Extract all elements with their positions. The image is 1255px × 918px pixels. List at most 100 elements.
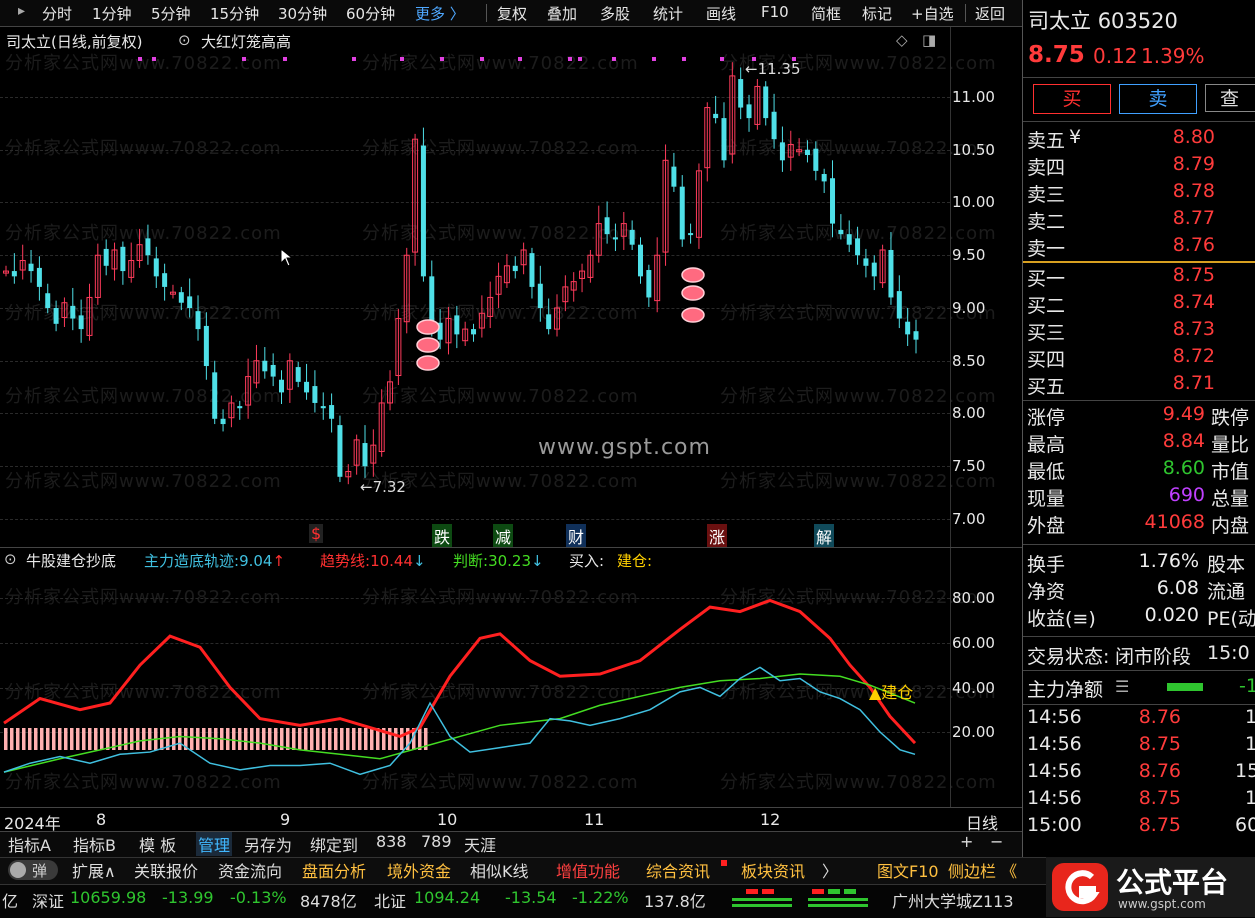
tick-price: 8.75 [1138, 787, 1181, 809]
candle-body [871, 262, 877, 277]
tab-789[interactable]: 789 [421, 832, 452, 851]
toolbar-item-zixuan[interactable]: +自选 [911, 3, 954, 24]
sz-index-label[interactable]: 深证 [32, 888, 64, 912]
tab-bind-to[interactable]: 绑定到 [310, 832, 358, 856]
sz-index-change: -13.99 [162, 888, 214, 907]
func-tab-related-quotes[interactable]: 关联报价 [134, 858, 198, 882]
candle-body [304, 381, 310, 393]
candle-body [813, 148, 819, 171]
func-tab-foreign-funds[interactable]: 境外资金 [387, 858, 451, 882]
bottom-signal-bar [28, 728, 32, 750]
toolbar-item-fenshi[interactable]: 分时 [42, 3, 72, 24]
net-flow-value: -1 [1239, 675, 1255, 697]
candle-body [329, 405, 335, 419]
toolbar-item-huaxian[interactable]: 画线 [706, 3, 736, 24]
toolbar-item-30min[interactable]: 30分钟 [278, 3, 327, 24]
tab-template[interactable]: 模 板 [139, 832, 176, 856]
zoom-out-button[interactable]: − [990, 832, 1003, 851]
bottom-signal-bar [244, 728, 248, 750]
candle-body [529, 253, 535, 287]
func-tab-fund-flow[interactable]: 资金流向 [218, 858, 282, 882]
bottom-signal-bar [88, 728, 92, 750]
stat-row: 最低 8.60 市值 [1027, 457, 1253, 484]
func-tab-sector-news[interactable]: 板块资讯 [741, 858, 805, 882]
toolbar-item-biaoji[interactable]: 标记 [862, 3, 892, 24]
toolbar-item-fuquan[interactable]: 复权 [497, 3, 527, 24]
toolbar-item-diejia[interactable]: 叠加 [547, 3, 577, 24]
tab-838[interactable]: 838 [376, 832, 407, 851]
candle-body [203, 325, 209, 367]
signal-dot [612, 57, 616, 61]
main-force-line [3, 666, 916, 776]
quote-panel: 司太立 603520 8.75 0.12 1.39% 买 卖 查 卖五 ¥8.80… [1022, 0, 1255, 857]
tab-save-as[interactable]: 另存为 [244, 832, 292, 856]
candle-body [295, 367, 301, 382]
bj-index-label[interactable]: 北证 [374, 888, 406, 912]
func-tab-value-added[interactable]: 增值功能 [556, 858, 620, 882]
candle-body [896, 291, 902, 319]
query-button[interactable]: 查 [1205, 84, 1255, 112]
signal-tag: 跌 [432, 524, 453, 548]
func-tab-news[interactable]: 综合资讯 [646, 858, 710, 882]
stock-code: 603520 [1097, 9, 1178, 33]
build-signal-label: ▲建仓 [869, 683, 914, 702]
tab-tianya[interactable]: 天涯 [464, 832, 496, 856]
candle-body [637, 244, 643, 277]
indicator-panel[interactable]: 分析家公式网www.70822.com 分析家公式网www.70822.com … [0, 547, 1022, 808]
bottom-signal-bar [208, 728, 212, 750]
toolbar-item-back[interactable]: 返回 [975, 3, 1005, 24]
popup-toggle[interactable]: 弹 [8, 860, 58, 880]
func-tab-extend[interactable]: 扩展∧ [72, 858, 116, 882]
ask-row-2: 卖二 8.77 [1027, 207, 1253, 234]
func-tab-f10[interactable]: 图文F10 [877, 858, 939, 882]
ask-label: 卖一 [1027, 238, 1066, 260]
toolbar-item-jiankuang[interactable]: 简框 [811, 3, 841, 24]
stat-value: 1.76% [1138, 550, 1199, 572]
list-icon[interactable]: ☰ [1115, 677, 1129, 696]
low-marker-value: 7.32 [372, 478, 406, 496]
stat-row: 外盘 41068 内盘 [1027, 511, 1253, 538]
candle-body [220, 418, 226, 425]
kline-chart-panel[interactable]: 分析家公式网www.70822.com 分析家公式网www.70822.com … [0, 27, 1022, 548]
tab-indicator-a[interactable]: 指标A [8, 832, 51, 856]
toolbar-arrow-icon[interactable]: ▸ [18, 3, 25, 19]
toolbar-item-tongji[interactable]: 统计 [653, 3, 683, 24]
bottom-signal-bar [22, 728, 26, 750]
tab-indicator-b[interactable]: 指标B [73, 832, 116, 856]
zoom-in-button[interactable]: + [960, 832, 973, 851]
toolbar-item-more[interactable]: 更多 〉 [415, 3, 465, 24]
signal-dot [440, 57, 444, 61]
x-axis-label: 8 [96, 810, 107, 829]
sell-button[interactable]: 卖 [1119, 84, 1197, 114]
sz-index-pct: -0.13% [230, 888, 287, 907]
func-tab-sidebar[interactable]: 侧边栏 《 [948, 858, 1017, 882]
func-tab-next[interactable]: 〉 [822, 858, 838, 882]
toolbar-item-5min[interactable]: 5分钟 [151, 3, 191, 24]
bottom-signal-bar [268, 728, 272, 750]
func-tab-market-analysis[interactable]: 盘面分析 [302, 858, 366, 882]
bid-price: 8.71 [1172, 372, 1215, 394]
tab-manage[interactable]: 管理 [196, 832, 233, 856]
divider [1023, 636, 1255, 637]
high-marker: ←11.35 [745, 60, 801, 78]
toolbar-item-1min[interactable]: 1分钟 [92, 3, 132, 24]
tick-row: 14:56 8.76 1 [1027, 706, 1255, 733]
ask-row-3: 卖三 8.78 [1027, 180, 1253, 207]
signal-tag: 减 [493, 524, 514, 548]
candle-body [420, 145, 426, 277]
stat-label: 跌停 [1211, 407, 1250, 429]
toolbar-item-15min[interactable]: 15分钟 [210, 3, 259, 24]
toolbar-item-60min[interactable]: 60分钟 [346, 3, 395, 24]
bid-label: 买四 [1027, 349, 1066, 371]
func-tab-similar-kline[interactable]: 相似K线 [470, 858, 529, 882]
toolbar-item-duogu[interactable]: 多股 [600, 3, 630, 24]
candle-body [28, 263, 34, 272]
buy-button[interactable]: 买 [1033, 84, 1111, 114]
price-change-pct: 1.39% [1141, 44, 1205, 68]
toolbar-item-f10[interactable]: F10 [761, 3, 789, 21]
signal-dot [568, 57, 572, 61]
signal-dot [720, 57, 724, 61]
x-axis-label: 9 [280, 810, 291, 829]
stat-label: 量比 [1211, 434, 1250, 456]
candle-body [838, 229, 844, 235]
